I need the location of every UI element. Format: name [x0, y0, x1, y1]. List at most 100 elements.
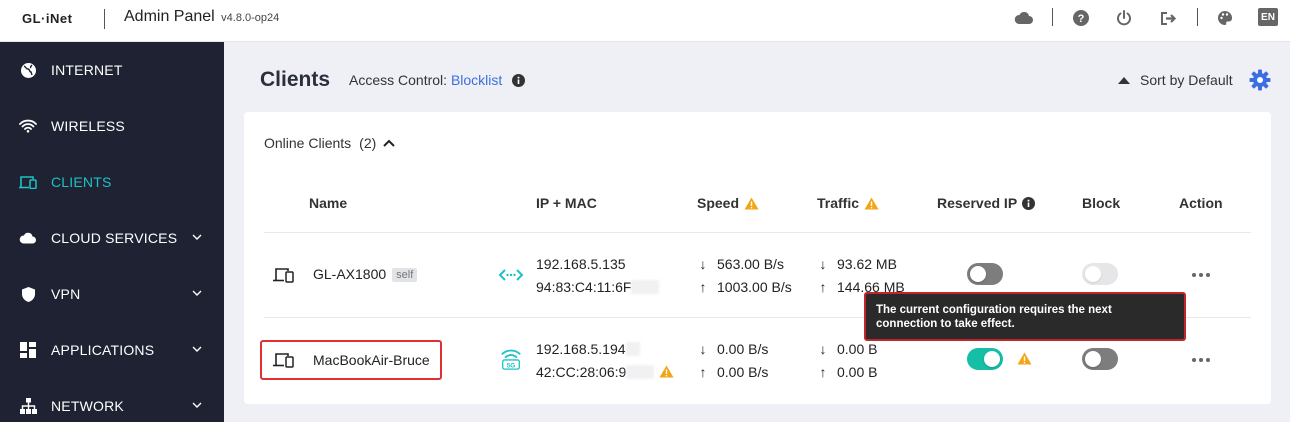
gear-icon[interactable] [1249, 69, 1271, 91]
cloud-icon[interactable] [1014, 8, 1034, 28]
column-ip-mac: IP + MAC [536, 195, 597, 211]
client-mac-text: 94:83:C4:11:6F [536, 279, 632, 295]
wifi-icon [19, 117, 37, 135]
chevron-down-icon [192, 346, 202, 352]
help-icon[interactable]: ? [1071, 8, 1091, 28]
app-title: Admin Panel v4.8.0-op24 [124, 8, 279, 26]
client-mac: 94:83:C4:11:6F [536, 279, 660, 295]
speed-up: ↑ 1003.00 B/s [697, 279, 792, 295]
sidebar-item-clients[interactable]: CLIENTS [0, 154, 224, 210]
client-ip: 192.168.5.135 [536, 256, 626, 272]
power-icon[interactable] [1114, 8, 1134, 28]
client-ip-text: 192.168.5.194 [536, 341, 626, 357]
warning-icon[interactable] [1017, 352, 1032, 365]
sidebar-item-vpn[interactable]: VPN [0, 266, 224, 322]
sidebar-item-label: CLOUD SERVICES [51, 230, 178, 246]
traffic-down: ↓ 0.00 B [817, 341, 878, 357]
reserved-ip-toggle[interactable] [967, 348, 1003, 370]
more-actions-button[interactable] [1192, 357, 1210, 363]
row-divider [264, 232, 1251, 233]
toggle-knob [1085, 266, 1101, 282]
traffic-down-value: 93.62 MB [837, 256, 897, 272]
redacted-mask [631, 280, 660, 294]
column-name: Name [309, 195, 348, 211]
network-icon [19, 397, 37, 415]
client-mac: 42:CC:28:06:9 [536, 364, 674, 380]
access-control-link[interactable]: Blocklist [451, 72, 502, 88]
brand-logo: GL·iNet [22, 11, 73, 26]
online-clients-toggle[interactable]: Online Clients (2) [264, 135, 396, 151]
cloud-icon [19, 229, 37, 247]
client-mac-text: 42:CC:28:06:9 [536, 364, 627, 380]
ethernet-icon [498, 269, 524, 281]
toggle-knob [1085, 351, 1101, 367]
warning-icon[interactable] [864, 197, 879, 210]
warning-icon[interactable] [744, 197, 759, 210]
tooltip: The current configuration requires the n… [864, 292, 1186, 341]
arrow-up-icon: ↑ [699, 364, 707, 380]
redacted-mask [626, 365, 655, 379]
speed-down-value: 0.00 B/s [717, 341, 769, 357]
reserved-ip-toggle[interactable] [967, 263, 1003, 285]
column-speed: Speed [697, 195, 759, 211]
chevron-down-icon [192, 290, 202, 296]
arrow-up-icon: ↑ [819, 364, 827, 380]
sidebar-item-applications[interactable]: APPLICATIONS [0, 322, 224, 378]
arrow-down-icon: ↓ [819, 256, 827, 272]
sidebar-item-network[interactable]: NETWORK [0, 378, 224, 422]
header-divider [1197, 8, 1198, 26]
access-control: Access Control: Blocklist [349, 72, 526, 88]
sidebar-item-cloud-services[interactable]: CLOUD SERVICES [0, 210, 224, 266]
chevron-up-icon [383, 139, 395, 147]
palette-icon[interactable] [1215, 8, 1235, 28]
self-badge: self [392, 268, 418, 282]
highlight-box [260, 340, 442, 380]
traffic-up-value: 0.00 B [837, 364, 878, 380]
sidebar-item-wireless[interactable]: WIRELESS [0, 98, 224, 154]
column-speed-label: Speed [697, 195, 740, 211]
client-ip: 192.168.5.194 [536, 341, 640, 357]
band-label: 5G [507, 362, 516, 369]
sidebar-item-label: CLIENTS [51, 174, 112, 190]
client-name-text: GL-AX1800 [313, 266, 387, 282]
sort-up-icon [1118, 76, 1130, 84]
speed-up: ↑ 0.00 B/s [697, 364, 769, 380]
column-block: Block [1082, 195, 1121, 211]
column-reserved-ip: Reserved IP [937, 195, 1036, 211]
speed-down: ↓ 0.00 B/s [697, 341, 769, 357]
top-bar: GL·iNet Admin Panel v4.8.0-op24 ? EN [0, 0, 1290, 42]
redacted-mask [625, 342, 640, 356]
arrow-down-icon: ↓ [819, 341, 827, 357]
speed-up-value: 0.00 B/s [717, 364, 769, 380]
column-traffic: Traffic [817, 195, 879, 211]
client-name: GL-AX1800 self [313, 266, 418, 282]
online-clients-count: (2) [359, 135, 377, 151]
arrow-down-icon: ↓ [699, 341, 707, 357]
speed-down-value: 563.00 B/s [717, 256, 784, 272]
block-toggle[interactable] [1082, 263, 1118, 285]
language-button[interactable]: EN [1258, 8, 1278, 26]
sort-button[interactable]: Sort by Default [1118, 72, 1233, 88]
column-traffic-label: Traffic [817, 195, 860, 211]
shield-icon [19, 285, 37, 303]
sidebar-item-label: VPN [51, 286, 81, 302]
sidebar-item-label: NETWORK [51, 398, 124, 414]
block-toggle[interactable] [1082, 348, 1118, 370]
globe-icon [19, 61, 37, 79]
arrow-down-icon: ↓ [699, 256, 707, 272]
logout-icon[interactable] [1158, 8, 1178, 28]
info-icon[interactable] [512, 74, 526, 87]
online-clients-label: Online Clients [264, 135, 352, 151]
access-control-label: Access Control: [349, 72, 448, 88]
warning-icon[interactable] [659, 365, 674, 378]
toggle-knob [970, 266, 986, 282]
traffic-up: ↑ 0.00 B [817, 364, 878, 380]
wifi-5g-icon: 5G [501, 349, 521, 370]
info-icon[interactable] [1022, 196, 1036, 210]
more-actions-button[interactable] [1192, 272, 1210, 278]
clients-card: Online Clients (2) Name IP + MAC Speed T… [244, 112, 1271, 404]
sidebar-item-internet[interactable]: INTERNET [0, 42, 224, 98]
devices-icon [19, 173, 37, 191]
sidebar-item-label: WIRELESS [51, 118, 125, 134]
column-reserved-ip-label: Reserved IP [937, 195, 1018, 211]
